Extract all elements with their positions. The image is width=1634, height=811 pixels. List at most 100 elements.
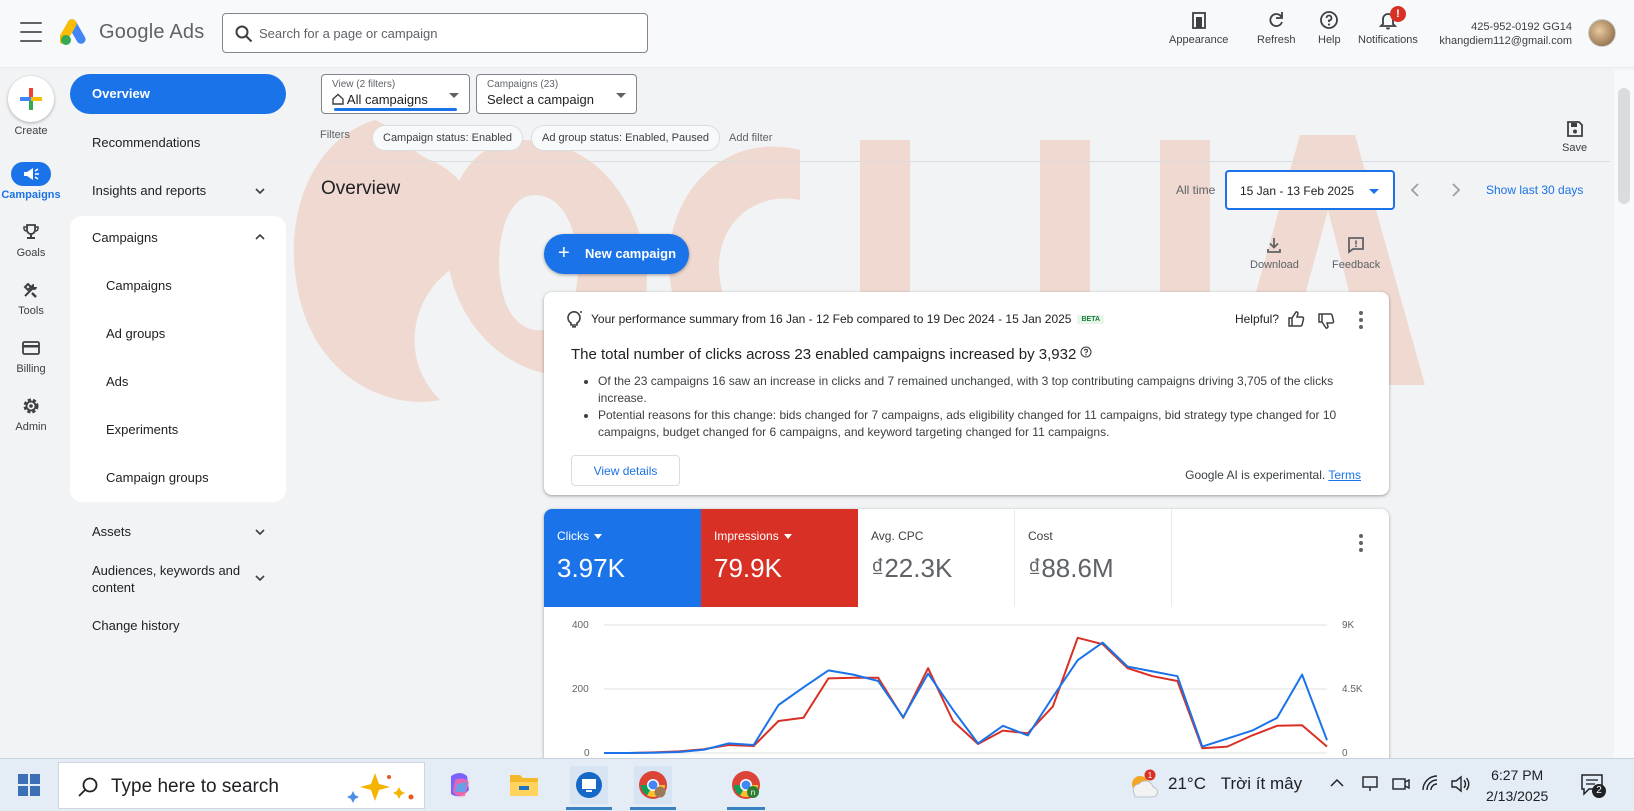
menu-icon[interactable] [20, 22, 42, 42]
performance-line-chart [604, 624, 1328, 754]
brand-name: Google Ads [99, 21, 205, 43]
ai-note-text: Google AI is experimental. [1185, 468, 1326, 482]
performance-summary-card: Your performance summary from 16 Jan - 1… [544, 292, 1389, 495]
weather-widget[interactable]: 21°C Trời ít mây [1168, 774, 1302, 794]
notifications-button[interactable]: ! Notifications [1358, 6, 1418, 46]
home-icon [332, 93, 344, 105]
nav-item-change-history[interactable]: Change history [92, 618, 179, 633]
weather-temp: 21°C [1168, 774, 1206, 793]
view-filter-dropdown[interactable]: View (2 filters) All campaigns [321, 74, 470, 114]
nav-item-audiences[interactable]: Audiences, keywords and content [92, 562, 252, 596]
navigation-rail: Create Campaigns Goals Tools Billing Adm… [0, 68, 62, 758]
scrollbar-thumb[interactable] [1618, 88, 1630, 204]
credit-card-icon [22, 341, 40, 355]
helpful-label: Helpful? [1234, 312, 1279, 326]
chevron-down-icon[interactable] [254, 185, 266, 197]
chevron-up-icon[interactable] [254, 231, 266, 243]
system-clock[interactable]: 6:27 PM 2/13/2025 [1486, 765, 1548, 807]
chevron-left-icon [1410, 183, 1419, 197]
nav-item-assets[interactable]: Assets [92, 524, 131, 539]
avatar[interactable] [1588, 19, 1616, 47]
filter-chip-ad-group-status[interactable]: Ad group status: Enabled, Paused [531, 125, 720, 151]
sub-item-campaigns[interactable]: Campaigns [106, 278, 172, 293]
help-circle-icon[interactable] [1080, 346, 1093, 358]
chevron-up-icon[interactable] [1330, 778, 1344, 788]
clock-date: 2/13/2025 [1486, 788, 1549, 804]
tools-icon [23, 282, 37, 298]
ai-disclaimer: Google AI is experimental. Terms [1185, 468, 1361, 482]
more-options-icon[interactable] [1359, 311, 1363, 332]
save-button[interactable]: Save [1562, 120, 1587, 154]
file-explorer-icon[interactable] [505, 766, 543, 804]
caret-down-icon [616, 93, 626, 98]
summary-bullet: Of the 23 campaigns 16 saw an increase i… [598, 373, 1368, 407]
sub-item-experiments[interactable]: Experiments [106, 422, 178, 437]
nav-item-campaigns-group[interactable]: Campaigns [92, 230, 158, 245]
thumbs-up-icon[interactable] [1287, 310, 1305, 328]
top-app-bar: Google Ads Search for a page or campaign… [0, 0, 1634, 68]
nav-item-recommendations[interactable]: Recommendations [92, 135, 200, 150]
windows-start-icon[interactable] [18, 774, 40, 796]
account-info[interactable]: 425-952-0192 GG14 khangdiem112@gmail.com [1439, 20, 1572, 48]
search-icon [235, 25, 253, 43]
rail-item-billing[interactable]: Billing [0, 336, 62, 375]
new-campaign-button[interactable]: + New campaign [544, 234, 689, 274]
taskbar-search-text: Type here to search [111, 776, 279, 797]
add-filter-button[interactable]: Add filter [729, 132, 772, 144]
copilot-app-icon[interactable] [441, 766, 479, 804]
save-icon [1566, 121, 1583, 137]
rail-item-tools[interactable]: Tools [0, 278, 62, 317]
thumbs-down-icon[interactable] [1317, 312, 1335, 330]
filters-label: Filters [320, 129, 350, 141]
view-details-button[interactable]: View details [571, 455, 680, 486]
view-filter-value: All campaigns [332, 92, 459, 107]
help-button[interactable]: Help [1318, 10, 1341, 46]
nav-item-insights[interactable]: Insights and reports [92, 183, 272, 198]
sub-item-ads[interactable]: Ads [106, 374, 128, 389]
previous-period-button[interactable] [1408, 181, 1422, 204]
filter-chip-campaign-status[interactable]: Campaign status: Enabled [372, 125, 524, 151]
weather-sun-cloud-icon[interactable]: 1 [1125, 769, 1159, 799]
chrome-app-icon[interactable] [634, 766, 672, 804]
volume-icon[interactable] [1450, 774, 1472, 794]
chevron-down-icon[interactable] [254, 572, 266, 584]
sub-item-campaign-groups[interactable]: Campaign groups [106, 470, 209, 485]
active-app-indicator [630, 807, 676, 810]
search-placeholder: Search for a page or campaign [259, 26, 438, 41]
rail-item-admin[interactable]: Admin [0, 394, 62, 433]
all-time-label: All time [1176, 183, 1216, 197]
nav-item-overview[interactable]: Overview [70, 74, 286, 114]
terms-link[interactable]: Terms [1328, 468, 1361, 482]
taskbar-search[interactable]: Type here to search [58, 762, 425, 809]
rail-label-tools: Tools [18, 305, 44, 317]
appearance-button[interactable]: Appearance [1169, 10, 1228, 46]
feedback-label: Feedback [1332, 259, 1381, 271]
help-icon [1320, 11, 1339, 29]
refresh-button[interactable]: Refresh [1257, 10, 1296, 46]
sub-item-ad-groups[interactable]: Ad groups [106, 326, 165, 341]
download-button[interactable]: Download [1250, 236, 1299, 271]
rail-label-campaigns: Campaigns [1, 189, 61, 201]
wifi-icon[interactable] [1421, 774, 1441, 794]
feedback-button[interactable]: Feedback [1332, 236, 1380, 271]
campaign-selector-dropdown[interactable]: Campaigns (23) Select a campaign [476, 74, 637, 114]
search-input[interactable]: Search for a page or campaign [222, 13, 648, 53]
lightbulb-icon [567, 311, 582, 328]
chrome-profile-app-icon[interactable]: n [727, 766, 765, 804]
svg-text:n: n [751, 788, 755, 797]
help-label: Help [1318, 34, 1341, 46]
network-icon[interactable] [1361, 775, 1381, 793]
camera-icon[interactable] [1392, 775, 1410, 793]
rail-label-admin: Admin [15, 421, 47, 433]
notification-center-button[interactable]: 2 [1580, 772, 1606, 798]
date-range-picker[interactable]: 15 Jan - 13 Feb 2025 [1225, 170, 1395, 210]
chevron-down-icon[interactable] [254, 526, 266, 538]
create-button[interactable] [8, 76, 54, 122]
rail-item-goals[interactable]: Goals [0, 220, 62, 259]
show-last-30-days-link[interactable]: Show last 30 days [1486, 183, 1583, 197]
date-range-value: 15 Jan - 13 Feb 2025 [1240, 184, 1355, 198]
rail-item-campaigns[interactable]: Campaigns [0, 162, 62, 201]
download-label: Download [1250, 259, 1299, 271]
remote-desktop-icon[interactable] [570, 766, 608, 804]
next-period-button[interactable] [1449, 181, 1463, 204]
